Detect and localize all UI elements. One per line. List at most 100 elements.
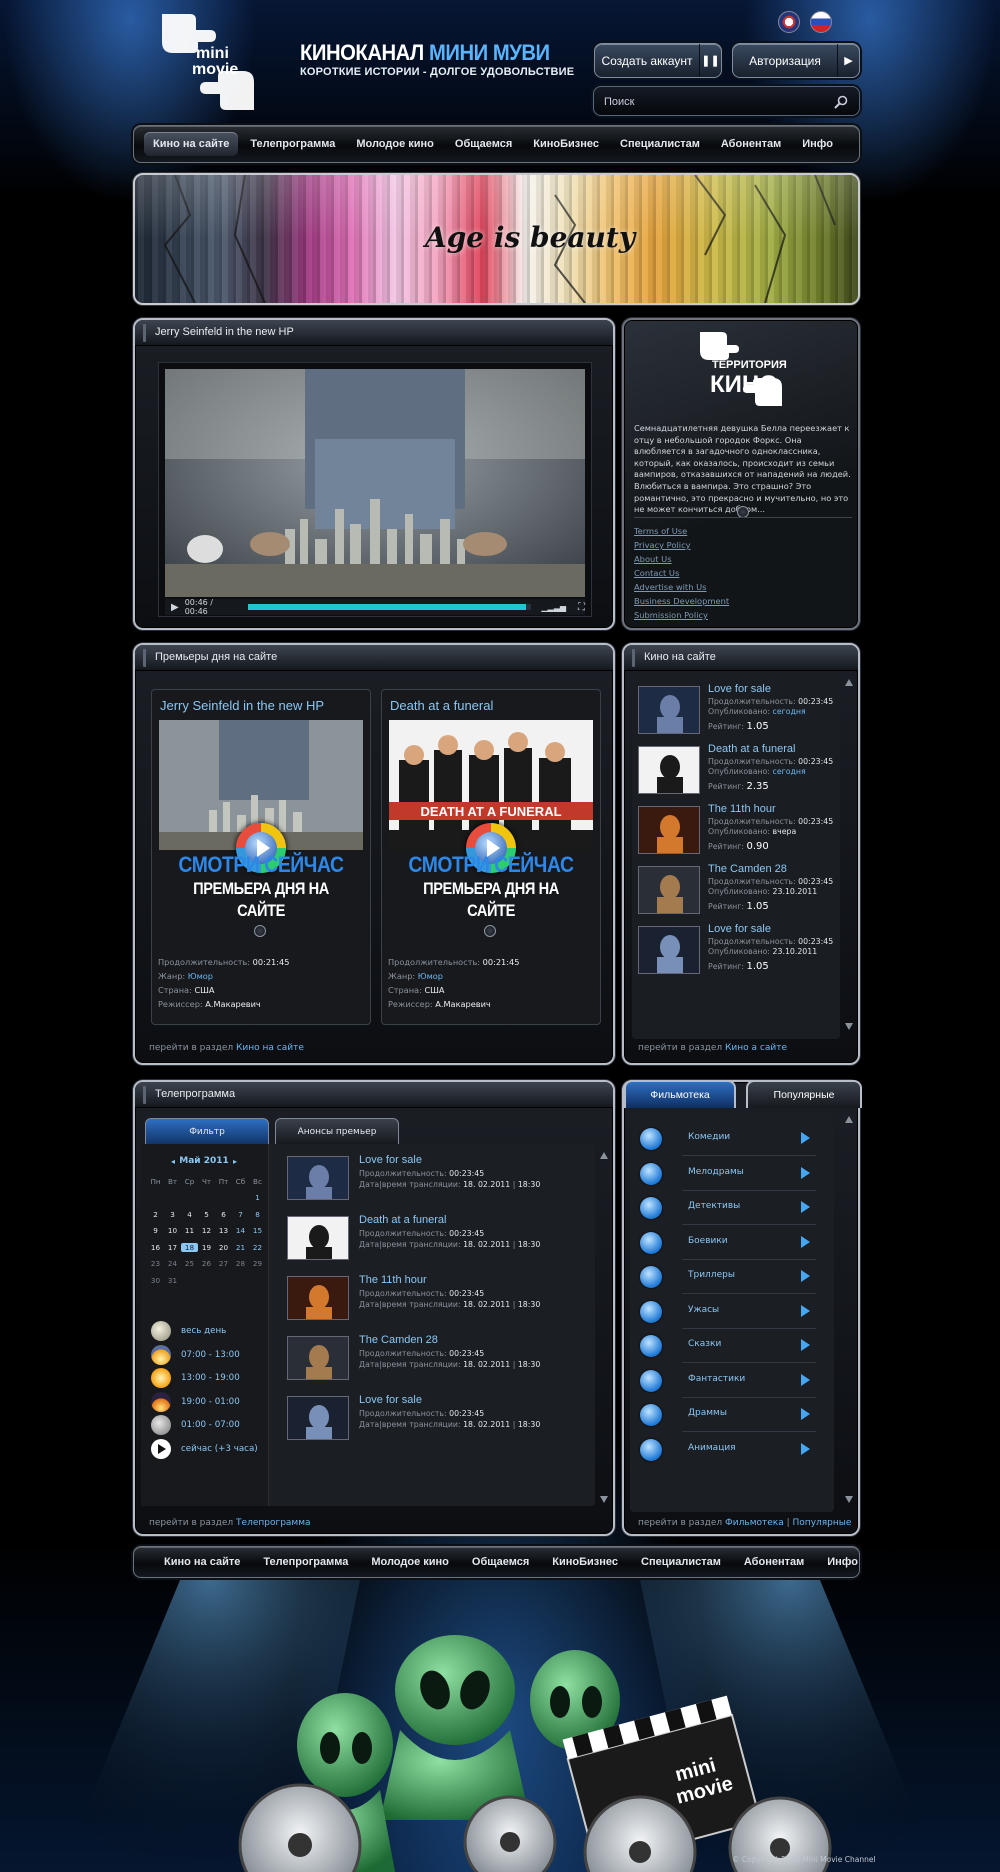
premiere-card[interactable]: Death at a funeral DEATH AT A FUNERAL СМ… [381, 689, 601, 1025]
volume-icon[interactable]: ▁▂▃▅ [541, 603, 566, 612]
genre-item[interactable]: Ужасы [640, 1295, 824, 1329]
movie-title[interactable]: Love for sale [708, 923, 771, 935]
movie-title[interactable]: The Camden 28 [708, 863, 787, 875]
territory-logo[interactable]: ТЕРРИТОРИЯ КИНО [686, 330, 796, 408]
link-advertise[interactable]: Advertise with Us [634, 580, 852, 594]
tab-film-library[interactable]: Фильмотека [624, 1080, 736, 1108]
movie-thumbnail[interactable] [638, 866, 700, 914]
nav-item-business[interactable]: КиноБизнес [542, 1552, 628, 1572]
scroll-down-arrow[interactable] [845, 1496, 853, 1503]
movie-item[interactable]: The Camden 28 Продолжительность: 00:23:45… [638, 863, 838, 923]
genre-item[interactable]: Фантастики [640, 1364, 824, 1398]
link-about-us[interactable]: About Us [634, 552, 852, 566]
calendar-day[interactable]: 20 [215, 1243, 232, 1252]
nav-item-young-cinema[interactable]: Молодое кино [347, 132, 443, 156]
calendar-day[interactable]: 13 [215, 1226, 232, 1235]
link-contact-us[interactable]: Contact Us [634, 566, 852, 580]
nav-item-cinema[interactable]: Кино на сайте [144, 132, 239, 156]
movie-thumbnail[interactable] [638, 926, 700, 974]
arrow-right-icon[interactable] [801, 1339, 810, 1351]
calendar-day[interactable]: 1 [249, 1193, 266, 1202]
search-input[interactable] [604, 93, 824, 111]
arrow-right-icon[interactable] [801, 1304, 810, 1317]
calendar-day[interactable]: 5 [198, 1210, 215, 1219]
calendar-day[interactable]: 21 [232, 1243, 249, 1252]
movie-item[interactable]: Death at a funeral Продолжительность: 00:… [638, 743, 838, 803]
calendar-day[interactable]: 24 [164, 1259, 181, 1268]
tv-item[interactable]: Love for sale Продолжительность: 00:23:45… [287, 1152, 587, 1202]
genre-item[interactable]: Триллеры [640, 1260, 824, 1294]
nav-item-subscribers[interactable]: Абонентам [734, 1552, 814, 1572]
uk-flag-icon[interactable] [778, 11, 800, 33]
premiere-title[interactable]: Jerry Seinfeld in the new HP [160, 698, 324, 713]
calendar-day[interactable]: 6 [215, 1210, 232, 1219]
calendar-day[interactable]: 8 [249, 1210, 266, 1219]
time-filter-item[interactable]: 07:00 - 13:00 [151, 1344, 267, 1366]
video-progress-bar[interactable] [248, 604, 532, 610]
arrow-right-icon[interactable] [801, 1442, 810, 1455]
footer-link-cinema[interactable]: Кино а сайте [725, 1043, 787, 1053]
calendar-day[interactable]: 27 [215, 1259, 232, 1268]
calendar-day[interactable]: 11 [181, 1226, 198, 1235]
more-circle-icon[interactable] [254, 925, 266, 937]
video-frame-image[interactable] [165, 369, 585, 597]
premiere-card[interactable]: Jerry Seinfeld in the new HP СМОТРИ СЕЙЧ… [151, 689, 371, 1025]
calendar-day[interactable]: 2 [147, 1210, 164, 1219]
tv-item-title[interactable]: Love for sale [359, 1154, 422, 1166]
calendar-day[interactable]: 7 [232, 1210, 249, 1219]
tv-item-title[interactable]: The 11th hour [359, 1274, 427, 1286]
tv-item-title[interactable]: The Camden 28 [359, 1334, 438, 1346]
tv-thumbnail[interactable] [287, 1336, 349, 1380]
scroll-down-arrow[interactable] [845, 1023, 853, 1030]
tab-announcements[interactable]: Анонсы премьер [275, 1118, 399, 1144]
calendar-day[interactable]: 10 [164, 1226, 181, 1235]
nav-item-tv-program[interactable]: Телепрограмма [253, 1552, 358, 1572]
calendar-day[interactable]: 29 [249, 1259, 266, 1268]
create-account-button[interactable]: Создать аккаунт ❚❚ [594, 43, 722, 78]
genre-item[interactable]: Мелодрамы [640, 1157, 824, 1191]
calendar-day[interactable]: 9 [147, 1226, 164, 1235]
link-privacy-policy[interactable]: Privacy Policy [634, 538, 852, 552]
banner[interactable]: Age is beauty [133, 173, 860, 305]
login-button[interactable]: Авторизация ▶ [732, 43, 860, 78]
arrow-right-icon[interactable] [801, 1408, 810, 1420]
scroll-down-arrow[interactable] [600, 1496, 608, 1503]
movie-title[interactable]: Death at a funeral [708, 743, 795, 755]
calendar-day[interactable]: 22 [249, 1243, 266, 1252]
genre-item[interactable]: Сказки [640, 1329, 824, 1363]
arrow-right-icon[interactable] [801, 1235, 810, 1248]
nav-item-subscribers[interactable]: Абонентам [712, 132, 790, 156]
time-filter-item[interactable]: весь день [151, 1320, 267, 1342]
calendar-day[interactable]: 30 [147, 1276, 164, 1285]
nav-item-tv-program[interactable]: Телепрограмма [241, 132, 344, 156]
ru-flag-icon[interactable] [810, 11, 832, 33]
nav-item-business[interactable]: КиноБизнес [524, 132, 608, 156]
tv-item-title[interactable]: Love for sale [359, 1394, 422, 1406]
calendar-day[interactable]: 16 [147, 1243, 164, 1252]
tab-popular[interactable]: Популярные [746, 1080, 862, 1108]
tv-item-title[interactable]: Death at a funeral [359, 1214, 446, 1226]
nav-item-info[interactable]: Инфо [817, 1552, 868, 1572]
nav-item-community[interactable]: Общаемся [462, 1552, 539, 1572]
calendar-day[interactable]: 31 [164, 1276, 181, 1285]
calendar-day[interactable]: 18 [181, 1242, 198, 1252]
nav-item-specialists[interactable]: Специалистам [631, 1552, 731, 1572]
calendar-day[interactable]: 23 [147, 1259, 164, 1268]
calendar-day[interactable]: 14 [232, 1226, 249, 1235]
scroll-up-arrow[interactable] [845, 1116, 853, 1123]
calendar-day[interactable]: 17 [164, 1243, 181, 1252]
genre-value[interactable]: Юмор [188, 971, 213, 981]
calendar-day[interactable]: 26 [198, 1259, 215, 1268]
nav-item-young-cinema[interactable]: Молодое кино [361, 1552, 459, 1572]
scroll-up-arrow[interactable] [845, 679, 853, 686]
genre-item[interactable]: Анимация [640, 1433, 824, 1467]
time-filter-item[interactable]: 01:00 - 07:00 [151, 1414, 267, 1436]
arrow-right-icon[interactable] [801, 1373, 810, 1386]
video-player[interactable]: ▶ 00:46 / 00:46 ▁▂▃▅ ⛶ [158, 362, 592, 617]
nav-item-info[interactable]: Инфо [793, 132, 842, 156]
calendar-day[interactable]: 15 [249, 1226, 266, 1235]
movie-item[interactable]: Love for sale Продолжительность: 00:23:45… [638, 923, 838, 983]
calendar-day[interactable]: 12 [198, 1226, 215, 1235]
movie-title[interactable]: The 11th hour [708, 803, 776, 815]
more-circle-icon[interactable] [484, 925, 496, 937]
